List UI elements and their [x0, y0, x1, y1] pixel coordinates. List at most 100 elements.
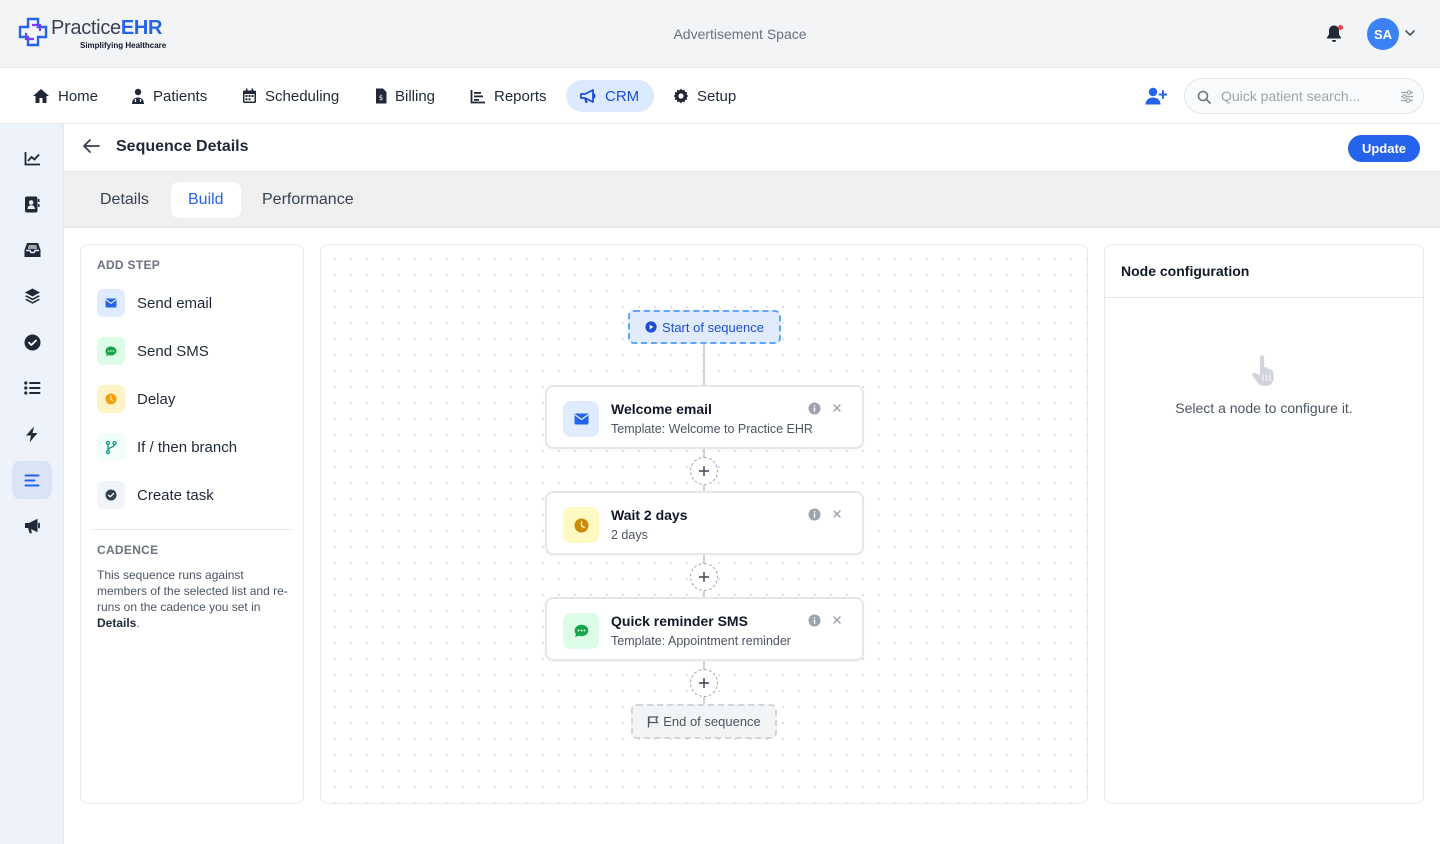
add-step-delay[interactable]: Delay [97, 382, 175, 416]
svg-text:$: $ [379, 94, 383, 102]
sidebar-inbox[interactable] [12, 231, 52, 269]
nav-scheduling[interactable]: Scheduling [228, 80, 353, 112]
nav-crm[interactable]: CRM [566, 80, 654, 112]
play-circle-icon [645, 321, 657, 333]
sidebar-layers[interactable] [12, 277, 52, 315]
search-input[interactable] [1221, 79, 1391, 113]
sidebar-analytics[interactable] [12, 139, 52, 177]
clock-icon [563, 507, 599, 543]
node-subtitle: Template: Appointment reminder [611, 634, 791, 648]
patients-icon [132, 88, 144, 104]
add-node-button[interactable] [690, 669, 718, 697]
tab-build[interactable]: Build [171, 182, 241, 218]
filter-sliders-icon[interactable] [1400, 90, 1414, 103]
sms-icon [563, 613, 599, 649]
sequence-icon [24, 474, 40, 486]
megaphone-icon [24, 518, 40, 534]
gear-icon [673, 88, 689, 104]
nav-setup[interactable]: Setup [659, 80, 750, 112]
nav-reports[interactable]: Reports [456, 80, 561, 112]
page-title: Sequence Details [116, 138, 249, 155]
list-icon [23, 381, 40, 395]
quick-patient-search[interactable] [1184, 78, 1424, 114]
branch-icon [97, 433, 125, 461]
home-icon [33, 89, 49, 103]
add-step-panel: ADD STEP Send email Send SMS Delay If / … [80, 244, 304, 804]
node-subtitle: 2 days [611, 528, 648, 542]
envelope-icon [563, 401, 599, 437]
config-title: Node configuration [1121, 263, 1250, 279]
add-step-send-email[interactable]: Send email [97, 286, 212, 320]
advertisement-space: Advertisement Space [673, 26, 807, 42]
notification-dot [1338, 25, 1343, 30]
info-icon[interactable] [808, 402, 821, 415]
node-subtitle: Template: Welcome to Practice EHR [611, 422, 813, 436]
avatar[interactable]: SA [1367, 18, 1399, 50]
connector-line [703, 343, 705, 385]
end-node[interactable]: End of sequence [631, 704, 777, 739]
cadence-details-link[interactable]: Details [97, 616, 136, 630]
contacts-icon [25, 196, 40, 212]
add-step-branch[interactable]: If / then branch [97, 430, 237, 464]
envelope-icon [97, 289, 125, 317]
plus-icon [699, 466, 709, 476]
sequence-node-delay[interactable]: Wait 2 days 2 days [545, 491, 864, 555]
start-node[interactable]: Start of sequence [628, 310, 781, 344]
panel-divider [93, 529, 291, 530]
chevron-down-icon[interactable] [1404, 28, 1416, 38]
tab-performance[interactable]: Performance [245, 182, 371, 218]
nav-billing[interactable]: $ Billing [361, 80, 449, 112]
cadence-description: This sequence runs against members of th… [97, 567, 289, 631]
nav-label: Setup [697, 87, 737, 105]
node-configuration-panel: Node configuration Select a node to conf… [1104, 244, 1424, 804]
billing-icon: $ [376, 88, 387, 104]
tab-details[interactable]: Details [83, 182, 166, 218]
nav-label: Scheduling [265, 87, 340, 105]
reports-icon [470, 89, 485, 103]
sequence-node-email[interactable]: Welcome email Template: Welcome to Pract… [545, 385, 864, 449]
sequence-canvas[interactable]: Start of sequence Welcome email Template… [320, 244, 1088, 804]
config-divider [1105, 297, 1423, 298]
node-title: Welcome email [611, 401, 712, 417]
close-icon[interactable] [832, 509, 842, 519]
pointer-hand-icon [1252, 355, 1274, 386]
update-button[interactable]: Update [1348, 135, 1420, 162]
back-arrow-icon[interactable] [82, 138, 100, 154]
step-label: Create task [137, 486, 214, 504]
sidebar-tasks[interactable] [12, 323, 52, 361]
left-sidebar [0, 124, 64, 844]
nav-label: CRM [605, 87, 640, 105]
sidebar-contacts[interactable] [12, 185, 52, 223]
sequence-node-sms[interactable]: Quick reminder SMS Template: Appointment… [545, 597, 864, 661]
clock-icon [97, 385, 125, 413]
info-icon[interactable] [808, 508, 821, 521]
tab-bar: Details Build Performance [64, 172, 1440, 228]
nav-label: Reports [494, 87, 547, 105]
cadence-text: This sequence runs against members of th… [97, 568, 288, 614]
info-icon[interactable] [808, 614, 821, 627]
add-node-button[interactable] [690, 563, 718, 591]
inbox-icon [24, 243, 40, 257]
close-icon[interactable] [832, 615, 842, 625]
add-step-create-task[interactable]: Create task [97, 478, 214, 512]
sms-icon [97, 337, 125, 365]
sidebar-sequences[interactable] [12, 461, 52, 499]
cadence-suffix: . [136, 616, 140, 630]
logo-tagline: Simplifying Healthcare [80, 41, 167, 50]
nav-patients[interactable]: Patients [117, 80, 221, 112]
add-node-button[interactable] [690, 457, 718, 485]
sidebar-automations[interactable] [12, 415, 52, 453]
close-icon[interactable] [832, 403, 842, 413]
step-label: Send SMS [137, 342, 209, 360]
step-label: Send email [137, 294, 213, 312]
add-step-send-sms[interactable]: Send SMS [97, 334, 209, 368]
sidebar-lists[interactable] [12, 369, 52, 407]
node-title: Wait 2 days [611, 507, 688, 523]
top-bar: PracticeEHR Simplifying Healthcare Adver… [0, 0, 1440, 68]
sidebar-campaigns[interactable] [12, 507, 52, 545]
add-user-icon[interactable] [1145, 86, 1167, 106]
step-label: If / then branch [137, 438, 238, 456]
config-empty-text: Select a node to configure it. [1175, 400, 1353, 416]
nav-home[interactable]: Home [18, 80, 112, 112]
step-label: Delay [137, 390, 176, 408]
